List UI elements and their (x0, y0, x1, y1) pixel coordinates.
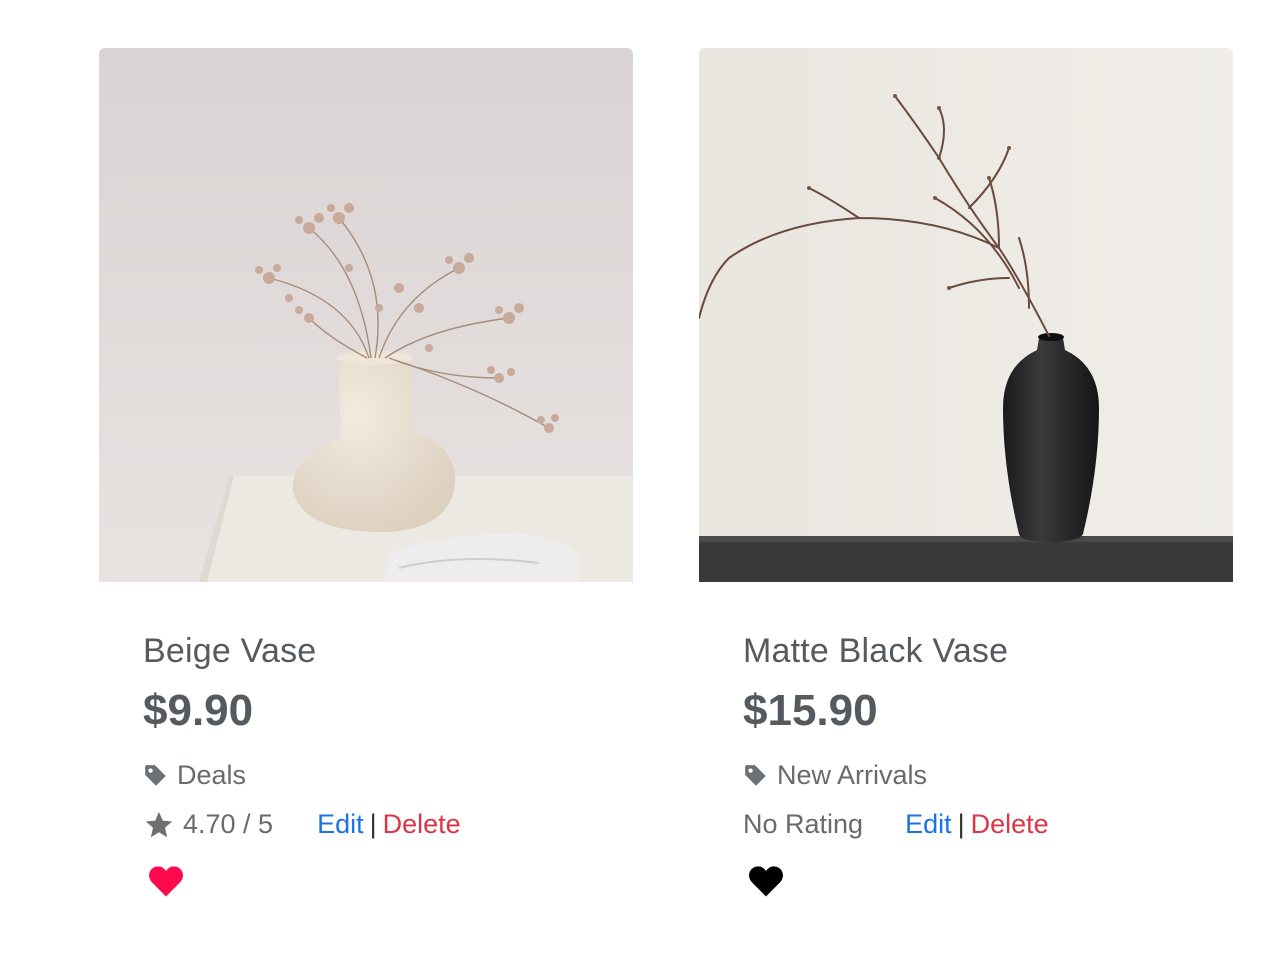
heart-icon[interactable] (747, 864, 785, 898)
delete-link[interactable]: Delete (971, 809, 1049, 840)
rating-row: No Rating Edit | Delete (743, 809, 1049, 840)
admin-actions: Edit | Delete (317, 809, 461, 840)
product-grid: Beige Vase $9.90 Deals 4.70 / 5 Edit | D… (0, 0, 1264, 958)
star-icon (145, 811, 173, 837)
rating-row: 4.70 / 5 Edit | Delete (143, 809, 461, 840)
category-label[interactable]: New Arrivals (777, 760, 927, 791)
edit-link[interactable]: Edit (905, 809, 952, 840)
category-label[interactable]: Deals (177, 760, 246, 791)
tag-icon (745, 764, 766, 786)
product-price: $15.90 (743, 686, 878, 735)
product-name[interactable]: Matte Black Vase (743, 632, 1008, 671)
product-image[interactable] (99, 48, 633, 582)
product-category: Deals (143, 760, 246, 791)
separator: | (957, 809, 965, 839)
rating-text: No Rating (743, 809, 864, 839)
product-price: $9.90 (143, 686, 254, 735)
product-category: New Arrivals (743, 760, 927, 791)
tag-icon (145, 764, 166, 786)
product-card: Matte Black Vase $15.90 New Arrivals No … (699, 48, 1233, 897)
admin-actions: Edit | Delete (905, 809, 1049, 840)
delete-link[interactable]: Delete (383, 809, 461, 840)
heart-icon[interactable] (147, 864, 185, 898)
separator: | (369, 809, 377, 839)
edit-link[interactable]: Edit (317, 809, 364, 840)
product-image[interactable] (699, 48, 1233, 582)
rating-text: 4.70 / 5 (183, 809, 274, 839)
product-card: Beige Vase $9.90 Deals 4.70 / 5 Edit | D… (99, 48, 633, 897)
product-name[interactable]: Beige Vase (143, 632, 316, 671)
